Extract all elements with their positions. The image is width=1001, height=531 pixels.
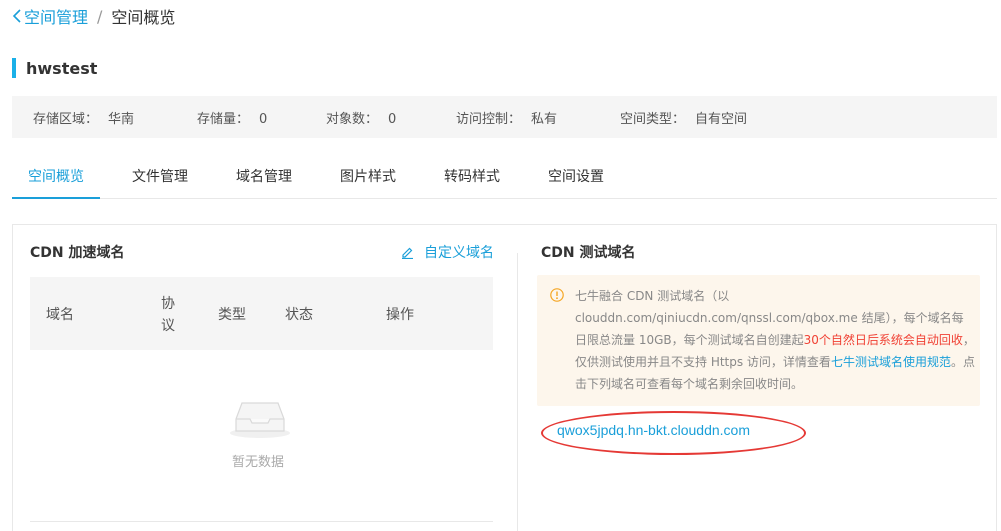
info-value: 0 [388,111,397,127]
info-value: 私有 [531,111,558,127]
empty-inbox-icon [230,402,290,438]
tab-image-styles[interactable]: 图片样式 [332,158,404,199]
tab-bar: 空间概览 文件管理 域名管理 图片样式 转码样式 空间设置 [12,158,997,199]
info-object-count: 对象数： 0 [326,108,396,127]
breadcrumb-back-link[interactable]: 空间管理 [12,4,88,28]
column-header-status: 状态 [285,307,313,323]
info-label: 存储量： [197,111,250,127]
title-accent-bar [12,58,16,78]
info-region: 存储区域： 华南 [33,108,134,127]
cdn-table-header: 域名 协议 类型 状态 操作 [30,277,493,350]
breadcrumb-separator: / [97,6,103,26]
column-header-domain: 域名 [46,307,74,323]
info-access-control: 访问控制： 私有 [456,108,557,127]
edit-icon [402,247,413,259]
breadcrumb-current: 空间概览 [111,8,176,27]
overview-panel: CDN 加速域名 自定义域名 域名 协议 类型 状态 操作 暂无数据 CDN 测… [12,224,997,531]
tab-bucket-settings[interactable]: 空间设置 [540,158,612,199]
info-bucket-type: 空间类型： 自有空间 [620,108,747,127]
breadcrumb: 空间管理 / 空间概览 [12,5,175,27]
bucket-info-bar: 存储区域： 华南 存储量： 0 对象数： 0 访问控制： 私有 空间类型： 自有空间 [12,96,997,138]
bucket-title: hwstest [12,58,97,78]
cdn-test-domain-title: CDN 测试域名 [541,245,636,261]
column-divider [517,253,518,531]
info-label: 空间类型： [620,111,686,127]
tab-file-management[interactable]: 文件管理 [124,158,196,199]
breadcrumb-parent[interactable]: 空间管理 [24,4,88,28]
test-domain-link[interactable]: qwox5jpdq.hn-bkt.clouddn.com [557,422,750,438]
column-header-actions: 操作 [386,307,414,323]
column-header-protocol: 协议 [161,296,175,334]
info-value: 自有空间 [695,111,748,127]
info-label: 对象数： [326,111,379,127]
info-label: 访问控制： [456,111,522,127]
info-storage: 存储量： 0 [197,108,267,127]
info-value: 华南 [108,111,135,127]
notice-text: 七牛融合 CDN 测试域名（以 clouddn.com/qiniucdn.com… [575,285,975,395]
column-header-type: 类型 [218,307,246,323]
custom-domain-link[interactable]: 自定义域名 [401,242,494,262]
test-domain-notice: 七牛融合 CDN 测试域名（以 clouddn.com/qiniucdn.com… [537,275,980,406]
table-bottom-border [30,521,493,522]
tab-transcode-styles[interactable]: 转码样式 [436,158,508,199]
warning-icon [550,288,564,302]
info-value: 0 [259,111,268,127]
notice-recycle-warning: 30个自然日后系统会自动回收 [803,333,963,347]
chevron-left-icon [12,9,21,23]
tab-overview[interactable]: 空间概览 [12,158,100,199]
empty-state-text: 暂无数据 [232,455,285,470]
test-domain-policy-link[interactable]: 七牛测试域名使用规范 [831,355,951,369]
bucket-name: hwstest [26,58,98,78]
cdn-domains-title: CDN 加速域名 [30,245,125,261]
custom-domain-label[interactable]: 自定义域名 [424,242,494,262]
tab-domain-management[interactable]: 域名管理 [228,158,300,199]
info-label: 存储区域： [33,111,99,127]
